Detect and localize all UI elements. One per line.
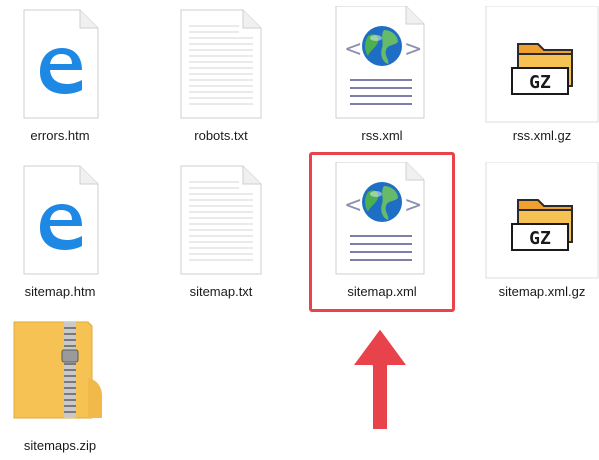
- file-label: rss.xml.gz: [512, 128, 572, 143]
- file-label: sitemaps.zip: [23, 438, 97, 453]
- file-rss-xml-gz[interactable]: GZ rss.xml.gz: [484, 6, 599, 146]
- svg-text:<: <: [344, 37, 362, 62]
- file-errors-htm[interactable]: errors.htm: [2, 6, 118, 146]
- xml-document-icon: < >: [324, 6, 440, 124]
- zip-folder-icon: [2, 316, 118, 434]
- edge-document-icon: [2, 162, 118, 280]
- file-label: sitemap.htm: [24, 284, 96, 299]
- file-label: sitemap.txt: [189, 284, 253, 299]
- pointer-arrow-icon: [350, 324, 410, 436]
- svg-text:>: >: [404, 193, 422, 218]
- file-sitemap-txt[interactable]: sitemap.txt: [163, 162, 279, 302]
- file-sitemap-htm[interactable]: sitemap.htm: [2, 162, 118, 302]
- edge-document-icon: [2, 6, 118, 124]
- file-explorer-view: errors.htm robots.txt < > rss.xml GZ rss…: [0, 0, 599, 460]
- gz-archive-icon: GZ: [484, 162, 599, 280]
- gz-badge-text: GZ: [529, 228, 551, 249]
- gz-archive-icon: GZ: [484, 6, 599, 124]
- file-label: errors.htm: [30, 128, 90, 143]
- svg-text:<: <: [344, 193, 362, 218]
- xml-document-icon: < >: [324, 162, 440, 280]
- text-document-icon: [163, 162, 279, 280]
- file-rss-xml[interactable]: < > rss.xml: [324, 6, 440, 146]
- file-sitemap-xml-gz[interactable]: GZ sitemap.xml.gz: [484, 162, 599, 302]
- file-label: robots.txt: [194, 128, 248, 143]
- file-sitemaps-zip[interactable]: sitemaps.zip: [2, 316, 118, 456]
- file-label: rss.xml: [361, 128, 403, 143]
- text-document-icon: [163, 6, 279, 124]
- file-robots-txt[interactable]: robots.txt: [163, 6, 279, 146]
- svg-text:>: >: [404, 37, 422, 62]
- file-label: sitemap.xml.gz: [498, 284, 586, 299]
- file-sitemap-xml[interactable]: < > sitemap.xml: [324, 162, 440, 302]
- gz-badge-text: GZ: [529, 72, 551, 93]
- file-label: sitemap.xml: [347, 284, 417, 299]
